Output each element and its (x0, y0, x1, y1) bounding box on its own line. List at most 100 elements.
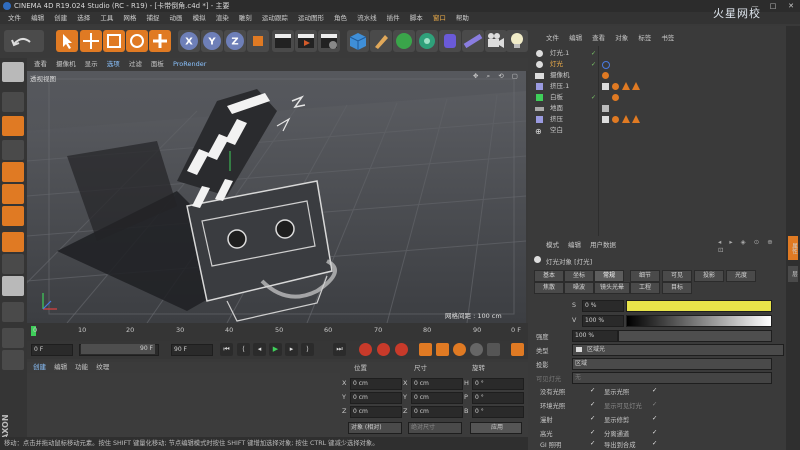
menu-script[interactable]: 脚本 (410, 14, 423, 22)
no-illumination-checkbox[interactable]: ✓ (590, 387, 595, 394)
menu-snap[interactable]: 捕捉 (146, 14, 159, 22)
cloner-button[interactable] (416, 30, 438, 52)
vp-menu-display[interactable]: 显示 (85, 60, 98, 68)
visible-light-select[interactable]: 无 (572, 372, 772, 384)
vp-menu-prorender[interactable]: ProRender (173, 60, 206, 68)
export-to-compositing-checkbox[interactable]: ✓ (652, 440, 657, 447)
visibility-check[interactable]: ✓ (591, 92, 596, 103)
intensity-field[interactable]: 100 % (572, 330, 618, 342)
tab-target[interactable]: 目标 (662, 282, 692, 294)
points-mode-button[interactable] (2, 162, 24, 182)
object-row[interactable]: 地面 (528, 103, 786, 114)
menu-animate[interactable]: 动画 (170, 14, 183, 22)
attr-menu-edit[interactable]: 编辑 (568, 239, 581, 249)
menu-sculpt[interactable]: 雕刻 (239, 14, 252, 22)
scene-button[interactable] (462, 30, 484, 52)
size-y-field[interactable]: 0 cm (411, 392, 463, 404)
menu-edit[interactable]: 编辑 (31, 14, 44, 22)
menu-tools[interactable]: 工具 (100, 14, 113, 22)
specular-checkbox[interactable]: ✓ (590, 429, 595, 436)
material-area[interactable] (27, 373, 340, 437)
keyframe-selection-button[interactable] (395, 343, 408, 356)
planar-workplane-button[interactable] (2, 350, 24, 370)
menu-simulate[interactable]: 模拟 (193, 14, 206, 22)
om-menu-file[interactable]: 文件 (546, 34, 559, 42)
diffuse-checkbox[interactable]: ✓ (590, 415, 595, 422)
s-gradient-slider[interactable] (626, 300, 772, 312)
autokey-button[interactable] (377, 343, 390, 356)
pen-button[interactable] (370, 30, 392, 52)
tab-shadow[interactable]: 投影 (694, 270, 724, 282)
timeline-window-button[interactable] (511, 343, 524, 356)
menu-pipeline[interactable]: 流水线 (357, 14, 377, 22)
select-tool-button[interactable] (56, 30, 78, 52)
size-z-field[interactable]: 0 cm (411, 406, 463, 418)
om-menu-bookmarks[interactable]: 书签 (661, 34, 674, 42)
render-picture-viewer-button[interactable] (295, 30, 317, 52)
ambient-illumination-checkbox[interactable]: ✓ (590, 401, 595, 408)
texture-mode-button[interactable] (2, 116, 24, 136)
type-select[interactable]: 区域光 (572, 344, 784, 356)
attr-nav-icons[interactable]: ◂ ▸ ◈ ⊙ ⊕ ⊡ (718, 238, 786, 254)
shadow-select[interactable]: 区域 (572, 358, 772, 370)
axis-mode-button[interactable] (2, 232, 24, 252)
vp-menu-view[interactable]: 查看 (34, 60, 47, 68)
tab-noise[interactable]: 噪波 (564, 282, 594, 294)
deformer-button[interactable] (439, 30, 461, 52)
intensity-slider[interactable] (618, 330, 772, 342)
om-menu-view[interactable]: 查看 (592, 34, 605, 42)
tab-coordinates[interactable]: 坐标 (564, 270, 594, 282)
next-frame-button[interactable]: ▸ (285, 343, 298, 356)
move-tool-button[interactable] (80, 30, 102, 52)
menu-render[interactable]: 渲染 (216, 14, 229, 22)
recent-tool-button[interactable] (149, 30, 171, 52)
make-editable-button[interactable] (2, 62, 24, 82)
position-y-field[interactable]: 0 cm (350, 392, 402, 404)
parameter-key-button[interactable] (470, 343, 483, 356)
menu-file[interactable]: 文件 (8, 14, 21, 22)
show-clipping-checkbox[interactable]: ✓ (652, 415, 657, 422)
coord-mode-select[interactable]: 对象 (相对) (348, 422, 402, 434)
snap-button[interactable] (2, 276, 24, 296)
tab-attributes-vertical[interactable]: 属性 (788, 236, 798, 260)
v-gradient-slider[interactable] (626, 315, 772, 327)
material-menu-edit[interactable]: 编辑 (54, 363, 67, 371)
play-button[interactable]: ▶ (269, 343, 282, 356)
menu-character[interactable]: 角色 (334, 14, 347, 22)
grid-workplane-button[interactable] (2, 328, 24, 348)
vp-menu-panel[interactable]: 面板 (151, 60, 164, 68)
vp-menu-filter[interactable]: 过滤 (129, 60, 142, 68)
tweak-button[interactable] (2, 254, 24, 274)
attr-menu-mode[interactable]: 模式 (546, 239, 559, 249)
object-row[interactable]: 挤压 (528, 114, 786, 125)
edges-mode-button[interactable] (2, 184, 24, 204)
go-to-start-button[interactable]: ⏮ (220, 343, 233, 356)
go-to-end-button[interactable]: ⏭ (333, 343, 346, 356)
position-z-field[interactable]: 0 cm (350, 406, 402, 418)
subdivision-button[interactable] (393, 30, 415, 52)
coordinate-system-button[interactable] (247, 30, 269, 52)
om-menu-object[interactable]: 对象 (615, 34, 628, 42)
size-mode-select[interactable]: 绝对尺寸 (408, 422, 462, 434)
vp-menu-options[interactable]: 选项 (107, 60, 120, 68)
vp-menu-camera[interactable]: 摄像机 (56, 60, 76, 68)
viewport[interactable]: 透视视图 网格间距 : 100 cm ✥ ⌕ ⟲ ▢ (27, 71, 526, 323)
object-row[interactable]: 摄像机 (528, 70, 786, 81)
scale-key-button[interactable] (436, 343, 449, 356)
menu-help[interactable]: 帮助 (456, 14, 469, 22)
v-value-field[interactable]: 100 % (582, 315, 624, 327)
tab-visibility[interactable]: 可见 (662, 270, 692, 282)
show-visible-light-checkbox[interactable]: ✓ (652, 401, 657, 408)
object-row[interactable]: 灯光.1 ✓ (528, 48, 786, 59)
workplane-button[interactable] (2, 140, 24, 160)
camera-button[interactable] (485, 30, 507, 52)
next-key-button[interactable]: ⟩ (301, 343, 314, 356)
render-settings-button[interactable] (318, 30, 340, 52)
menu-motion-tracking[interactable]: 运动跟踪 (262, 14, 288, 22)
menu-plugins[interactable]: 插件 (387, 14, 400, 22)
record-keys-button[interactable] (359, 343, 372, 356)
attr-menu-userdata[interactable]: 用户数据 (590, 239, 616, 249)
om-menu-edit[interactable]: 编辑 (569, 34, 582, 42)
size-x-field[interactable]: 0 cm (411, 378, 463, 390)
tab-layers-vertical[interactable]: 层 (788, 266, 798, 282)
